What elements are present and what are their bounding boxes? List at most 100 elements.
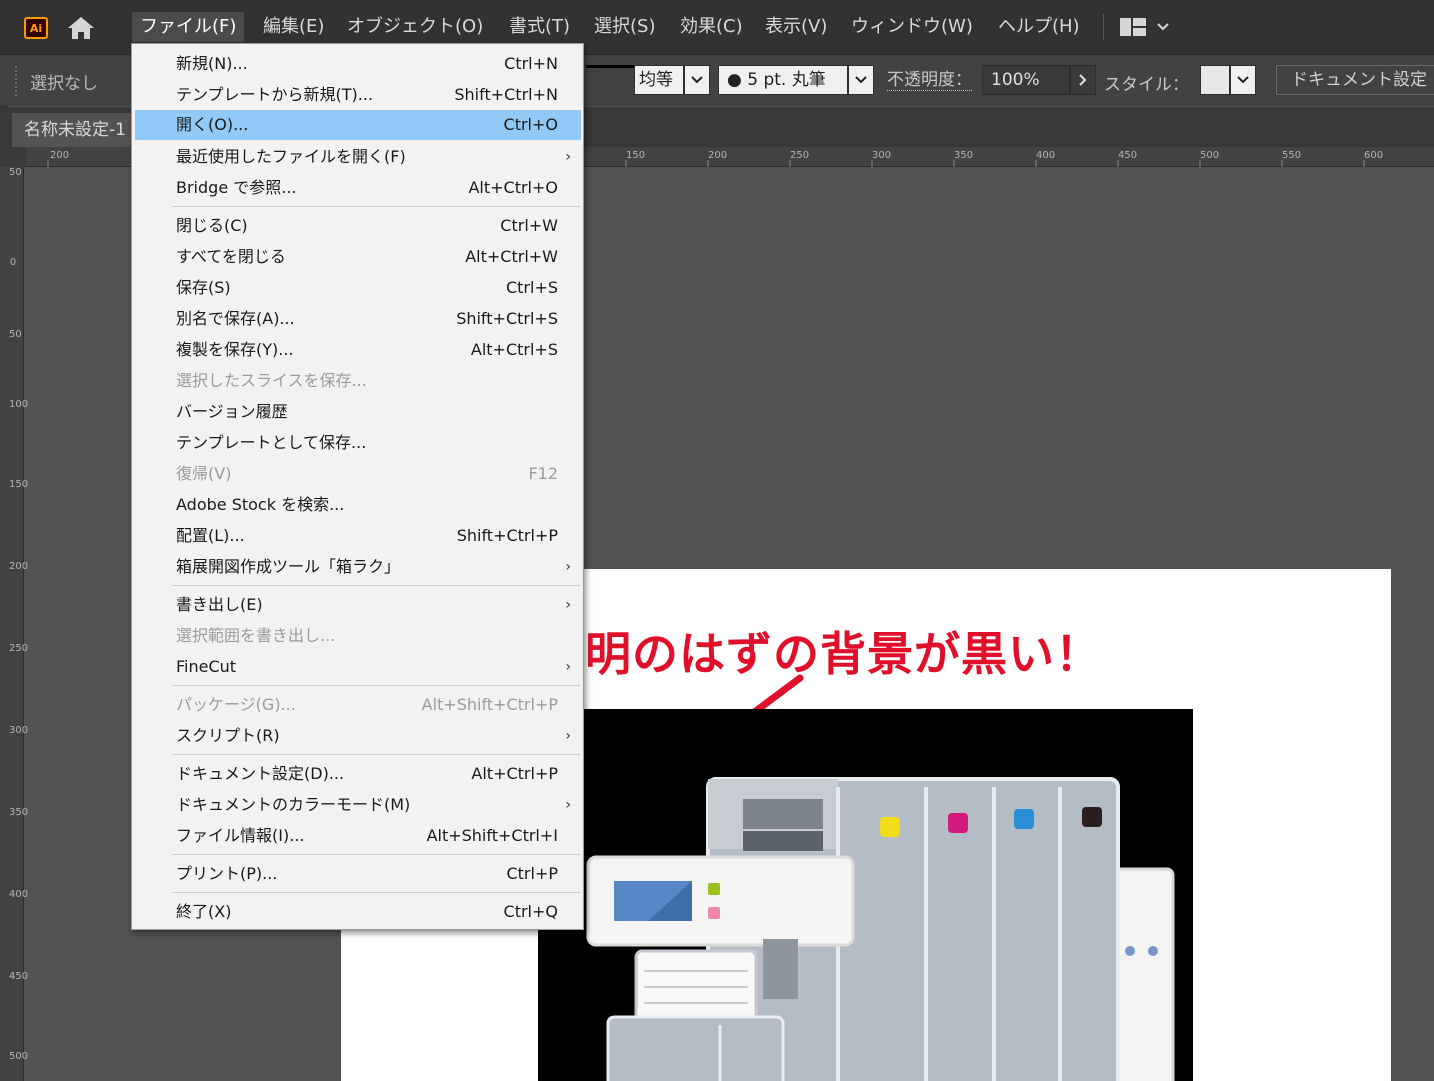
menu-item-label: 復帰(V)	[176, 464, 232, 483]
menu-item-shortcut: Alt+Ctrl+W	[465, 247, 558, 266]
ruler-origin[interactable]	[0, 147, 26, 167]
menu-item-label: 書き出し(E)	[176, 595, 263, 614]
menu-window[interactable]: ウィンドウ(W)	[843, 12, 981, 42]
menu-item-print[interactable]: プリント(P)... Ctrl+P	[135, 859, 581, 889]
menu-separator	[1103, 14, 1104, 40]
stroke-profile-dropdown[interactable]	[684, 65, 710, 95]
menu-item-save[interactable]: 保存(S) Ctrl+S	[135, 273, 581, 303]
menu-item-save-as[interactable]: 別名で保存(A)... Shift+Ctrl+S	[135, 304, 581, 334]
menu-item-document-color-mode[interactable]: ドキュメントのカラーモード(M) ›	[135, 790, 581, 820]
menu-item-place[interactable]: 配置(L)... Shift+Ctrl+P	[135, 521, 581, 551]
opacity-stepper[interactable]	[1070, 65, 1096, 95]
menu-item-shortcut: Alt+Ctrl+S	[470, 340, 558, 359]
menu-select[interactable]: 選択(S)	[586, 12, 663, 42]
opacity-input[interactable]: 100%	[982, 65, 1070, 95]
menu-item-label: 配置(L)...	[176, 526, 245, 545]
menu-item-search-adobe-stock[interactable]: Adobe Stock を検索...	[135, 490, 581, 520]
style-dropdown[interactable]	[1230, 65, 1256, 95]
style-swatch[interactable]	[1200, 65, 1230, 95]
workspace-layout-icon[interactable]	[1120, 18, 1146, 36]
menu-item-package: パッケージ(G)... Alt+Shift+Ctrl+P	[135, 690, 581, 720]
menu-item-new-from-template[interactable]: テンプレートから新規(T)... Shift+Ctrl+N	[135, 80, 581, 110]
ruler-tick-label: 200	[9, 562, 28, 572]
ruler-tick-label: 100	[9, 400, 28, 410]
menu-item-label: Adobe Stock を検索...	[176, 495, 345, 514]
menu-item-shortcut: Alt+Ctrl+P	[471, 764, 558, 783]
menu-file[interactable]: ファイル(F)	[132, 12, 245, 42]
ruler-tick-label: 450	[9, 972, 28, 982]
menu-item-label: テンプレートとして保存...	[176, 433, 367, 452]
ruler-tick-label: 250	[9, 644, 28, 654]
home-icon[interactable]	[66, 15, 96, 41]
menu-item-label: ファイル情報(I)...	[176, 826, 305, 845]
menu-item-shortcut: Ctrl+S	[505, 278, 558, 297]
menu-item-label: 閉じる(C)	[176, 216, 248, 235]
menu-item-label: 選択したスライスを保存...	[176, 371, 367, 390]
menu-item-label: すべてを閉じる	[176, 247, 286, 266]
menu-separator	[172, 585, 581, 586]
menu-item-label: 複製を保存(Y)...	[176, 340, 294, 359]
ruler-tick-label: 50	[9, 329, 22, 340]
menu-item-label: バージョン履歴	[176, 402, 288, 421]
menu-item-new[interactable]: 新規(N)... Ctrl+N	[135, 49, 581, 79]
selection-status: 選択なし	[30, 74, 98, 94]
menu-item-label: 終了(X)	[176, 902, 232, 921]
submenu-arrow-icon: ›	[565, 149, 571, 165]
menu-item-scripts[interactable]: スクリプト(R) ›	[135, 721, 581, 751]
ruler-tick-label: 400	[9, 890, 28, 900]
menu-effect[interactable]: 効果(C)	[672, 12, 751, 42]
brush-select[interactable]: ● 5 pt. 丸筆	[718, 65, 848, 95]
opacity-label[interactable]: 不透明度：	[887, 70, 972, 91]
document-setup-button[interactable]: ドキュメント設定	[1276, 65, 1434, 95]
menu-item-label: 保存(S)	[176, 278, 231, 297]
menu-item-revert: 復帰(V) F12	[135, 459, 581, 489]
menu-item-shortcut: Ctrl+O	[503, 115, 558, 134]
menu-help[interactable]: ヘルプ(H)	[990, 12, 1088, 42]
stroke-profile-select[interactable]: 均等	[634, 65, 684, 95]
chevron-down-icon	[691, 76, 703, 84]
menu-item-open-recent[interactable]: 最近使用したファイルを開く(F) ›	[135, 142, 581, 172]
menu-item-box-tool[interactable]: 箱展開図作成ツール「箱ラク」 ›	[135, 552, 581, 582]
vertical-ruler[interactable]	[0, 167, 24, 1081]
submenu-arrow-icon: ›	[565, 659, 571, 675]
menu-item-browse-bridge[interactable]: Bridge で参照... Alt+Ctrl+O	[135, 173, 581, 203]
document-tab[interactable]: 名称未設定-1	[12, 113, 142, 147]
menu-separator	[172, 206, 581, 207]
menu-item-save-copy[interactable]: 複製を保存(Y)... Alt+Ctrl+S	[135, 335, 581, 365]
menu-item-label: パッケージ(G)...	[176, 695, 296, 714]
menu-object[interactable]: オブジェクト(O)	[339, 12, 491, 42]
menu-item-label: 箱展開図作成ツール「箱ラク」	[176, 557, 401, 576]
menu-item-open[interactable]: 開く(O)... Ctrl+O	[135, 110, 581, 140]
placed-image[interactable]	[538, 709, 1193, 1081]
menu-item-shortcut: Alt+Shift+Ctrl+I	[426, 826, 558, 845]
submenu-arrow-icon: ›	[565, 559, 571, 575]
chevron-right-icon	[1079, 74, 1087, 86]
menu-item-version-history[interactable]: バージョン履歴	[135, 397, 581, 427]
menu-item-shortcut: Ctrl+N	[504, 54, 558, 73]
brush-dropdown[interactable]	[848, 65, 874, 95]
panel-grip[interactable]	[14, 65, 18, 97]
menu-item-shortcut: Ctrl+P	[506, 864, 558, 883]
ruler-tick-label: 500	[9, 1052, 28, 1062]
submenu-arrow-icon: ›	[565, 597, 571, 613]
menu-item-file-info[interactable]: ファイル情報(I)... Alt+Shift+Ctrl+I	[135, 821, 581, 851]
menu-item-close-all[interactable]: すべてを閉じる Alt+Ctrl+W	[135, 242, 581, 272]
menu-separator	[172, 892, 581, 893]
printer-illustration	[586, 777, 1175, 1081]
menu-item-shortcut: F12	[528, 464, 558, 483]
chevron-down-icon[interactable]	[1156, 20, 1170, 34]
menu-item-label: ドキュメント設定(D)...	[176, 764, 345, 783]
menu-item-export[interactable]: 書き出し(E) ›	[135, 590, 581, 620]
menu-item-finecut[interactable]: FineCut ›	[135, 652, 581, 682]
menu-item-save-slices: 選択したスライスを保存...	[135, 366, 581, 396]
menu-item-label: プリント(P)...	[176, 864, 278, 883]
menu-type[interactable]: 書式(T)	[501, 12, 578, 42]
menu-item-label: 開く(O)...	[176, 115, 249, 134]
menu-view[interactable]: 表示(V)	[757, 12, 835, 42]
menu-edit[interactable]: 編集(E)	[255, 12, 332, 42]
menu-item-document-setup[interactable]: ドキュメント設定(D)... Alt+Ctrl+P	[135, 759, 581, 789]
menu-item-label: スクリプト(R)	[176, 726, 280, 745]
menu-item-save-as-template[interactable]: テンプレートとして保存...	[135, 428, 581, 458]
menu-item-exit[interactable]: 終了(X) Ctrl+Q	[135, 897, 581, 927]
menu-item-close[interactable]: 閉じる(C) Ctrl+W	[135, 211, 581, 241]
